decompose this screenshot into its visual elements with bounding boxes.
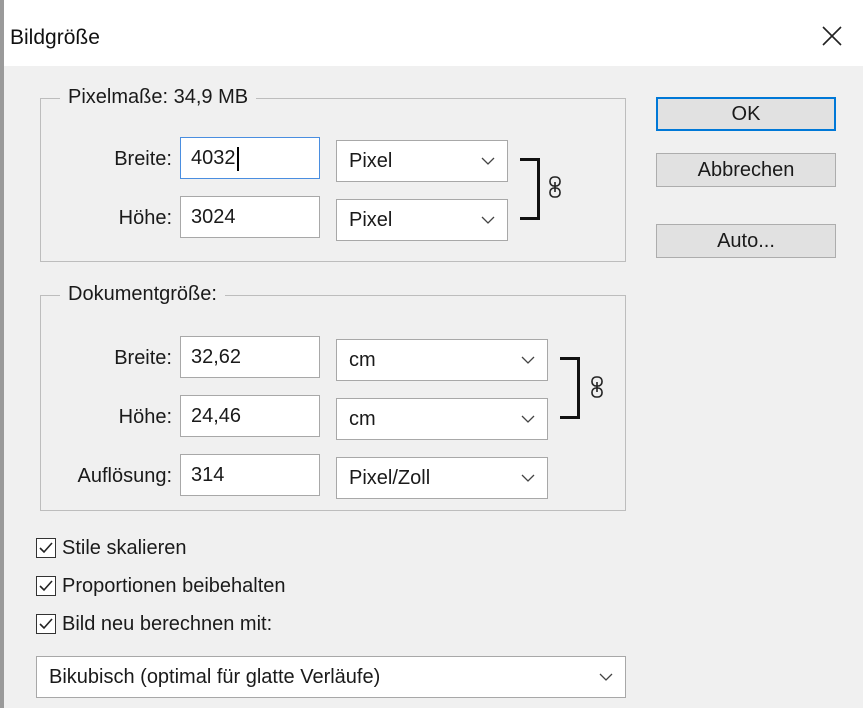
pixel-width-input[interactable]: 4032 bbox=[180, 137, 320, 179]
resolution-label: Auflösung: bbox=[77, 465, 172, 487]
auto-button[interactable]: Auto... bbox=[656, 224, 836, 258]
chain-link-icon bbox=[549, 176, 561, 198]
doc-height-input[interactable]: 24,46 bbox=[180, 395, 320, 437]
document-size-legend: Dokumentgröße: bbox=[60, 283, 225, 306]
checkmark-icon bbox=[39, 542, 53, 554]
scale-styles-option[interactable]: Stile skalieren bbox=[36, 535, 187, 561]
chevron-down-icon bbox=[521, 356, 535, 364]
pixel-height-label: Höhe: bbox=[118, 207, 172, 229]
chain-link-icon bbox=[591, 376, 603, 398]
checkmark-icon bbox=[39, 618, 53, 630]
scale-styles-checkbox[interactable] bbox=[36, 538, 56, 558]
resolution-input[interactable]: 314 bbox=[180, 454, 320, 496]
doc-width-input[interactable]: 32,62 bbox=[180, 336, 320, 378]
doc-height-label: Höhe: bbox=[118, 406, 172, 428]
chevron-down-icon bbox=[521, 415, 535, 423]
checkmark-icon bbox=[39, 580, 53, 592]
chevron-down-icon bbox=[481, 216, 495, 224]
close-icon bbox=[822, 26, 842, 46]
image-size-dialog: Bildgröße Pixelmaße: 34,9 MB Breite: 403… bbox=[0, 0, 863, 708]
chevron-down-icon bbox=[481, 157, 495, 165]
doc-height-unit-select[interactable]: cm bbox=[336, 398, 548, 440]
constrain-proportions-option[interactable]: Proportionen beibehalten bbox=[36, 573, 286, 599]
window-left-border bbox=[0, 0, 4, 708]
ok-button[interactable]: OK bbox=[656, 97, 836, 131]
dialog-title: Bildgröße bbox=[10, 26, 100, 49]
title-bar: Bildgröße bbox=[0, 0, 863, 66]
doc-width-unit-select[interactable]: cm bbox=[336, 339, 548, 381]
pixel-constrain-bracket bbox=[520, 158, 540, 220]
resample-method-select[interactable]: Bikubisch (optimal für glatte Verläufe) bbox=[36, 656, 626, 698]
constrain-proportions-checkbox[interactable] bbox=[36, 576, 56, 596]
resample-option[interactable]: Bild neu berechnen mit: bbox=[36, 611, 272, 637]
constrain-proportions-label: Proportionen beibehalten bbox=[62, 574, 286, 597]
doc-constrain-bracket bbox=[560, 357, 580, 419]
resolution-unit-select[interactable]: Pixel/Zoll bbox=[336, 457, 548, 499]
chevron-down-icon bbox=[599, 673, 613, 681]
text-caret bbox=[236, 146, 239, 171]
resample-checkbox[interactable] bbox=[36, 614, 56, 634]
pixel-height-input[interactable]: 3024 bbox=[180, 196, 320, 238]
pixel-width-label: Breite: bbox=[114, 148, 172, 170]
scale-styles-label: Stile skalieren bbox=[62, 536, 187, 559]
cancel-button[interactable]: Abbrechen bbox=[656, 153, 836, 187]
chevron-down-icon bbox=[521, 474, 535, 482]
doc-width-label: Breite: bbox=[114, 347, 172, 369]
pixel-height-unit-select[interactable]: Pixel bbox=[336, 199, 508, 241]
pixel-dimensions-legend: Pixelmaße: 34,9 MB bbox=[60, 86, 257, 109]
close-button[interactable] bbox=[812, 18, 852, 54]
pixel-width-unit-select[interactable]: Pixel bbox=[336, 140, 508, 182]
resample-label: Bild neu berechnen mit: bbox=[62, 612, 273, 635]
